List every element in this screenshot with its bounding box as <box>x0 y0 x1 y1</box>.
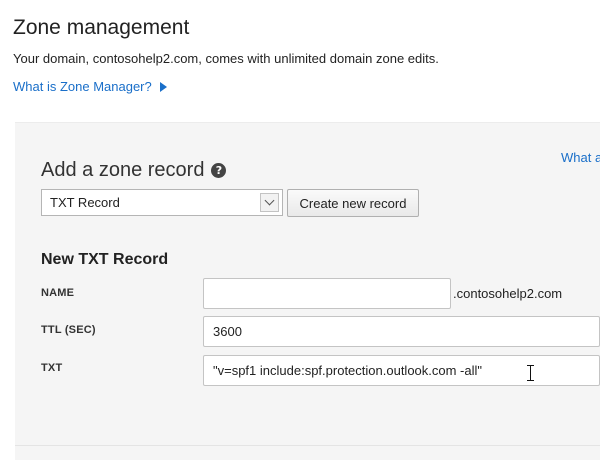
play-icon[interactable] <box>159 81 167 92</box>
name-label: NAME <box>41 287 75 299</box>
question-circle-icon[interactable]: ? <box>211 163 227 178</box>
zone-record-panel: Add a zone record ? What a TXT Record Cr… <box>15 122 600 460</box>
record-type-select[interactable]: TXT Record <box>41 189 283 216</box>
section-heading-label: Add a zone record <box>41 159 205 181</box>
add-zone-record-heading: Add a zone record ? <box>41 159 227 182</box>
new-txt-record-heading: New TXT Record <box>41 251 169 268</box>
page-title: Zone management <box>13 16 190 39</box>
record-types-help-link[interactable]: What a <box>561 150 600 165</box>
page-subtitle: Your domain, contosohelp2.com, comes wit… <box>13 51 439 66</box>
create-new-record-button[interactable]: Create new record <box>287 189 419 217</box>
name-input[interactable] <box>203 278 451 309</box>
txt-input[interactable] <box>203 355 600 386</box>
text-cursor-icon <box>527 365 534 381</box>
ttl-label: TTL (SEC) <box>41 324 96 336</box>
help-link-label[interactable]: What is Zone Manager? <box>13 79 152 94</box>
txt-label: TXT <box>41 362 63 374</box>
chevron-down-icon[interactable] <box>260 193 279 212</box>
record-type-selected: TXT Record <box>50 195 120 210</box>
domain-suffix: .contosohelp2.com <box>453 286 563 301</box>
ttl-input[interactable] <box>203 316 600 347</box>
panel-divider <box>15 445 600 446</box>
zone-manager-help-link[interactable]: What is Zone Manager? <box>13 79 167 94</box>
